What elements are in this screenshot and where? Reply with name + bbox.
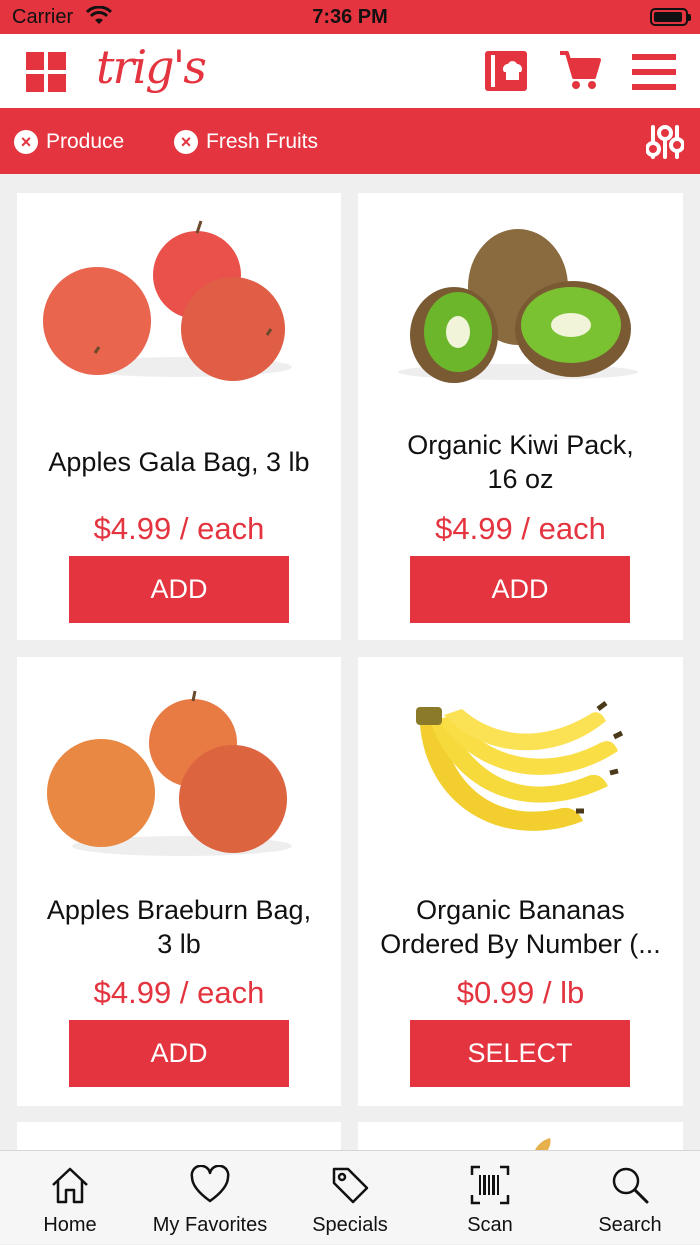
product-card[interactable]: Organic Bananas Ordered By Number (... $… bbox=[358, 657, 683, 1106]
home-icon bbox=[52, 1167, 88, 1204]
trigs-logo[interactable]: trig's bbox=[96, 40, 207, 94]
product-name-line: 16 oz bbox=[487, 464, 554, 494]
heart-icon bbox=[190, 1165, 230, 1203]
tab-label: Specials bbox=[312, 1214, 388, 1236]
barcode-icon bbox=[470, 1165, 510, 1205]
select-button[interactable]: SELECT bbox=[410, 1020, 630, 1087]
app-header: trig's bbox=[0, 34, 700, 108]
filter-chip-fresh-fruits[interactable]: × Fresh Fruits bbox=[174, 128, 318, 156]
tab-search[interactable]: Search bbox=[560, 1151, 700, 1245]
filter-chip-produce[interactable]: × Produce bbox=[14, 128, 124, 156]
filter-bar: × Produce × Fresh Fruits bbox=[0, 108, 700, 174]
status-bar: Carrier 7:36 PM bbox=[0, 0, 700, 34]
product-name-line: Organic Kiwi Pack, bbox=[407, 430, 634, 460]
menu-icon[interactable] bbox=[632, 52, 676, 92]
product-card[interactable]: Organic Kiwi Pack, 16 oz $4.99 / each AD… bbox=[358, 193, 683, 640]
product-price: $4.99 / each bbox=[435, 511, 606, 546]
product-price: $0.99 / lb bbox=[456, 975, 585, 1010]
add-button[interactable]: ADD bbox=[69, 556, 289, 623]
product-card[interactable]: Apples Gala Bag, 3 lb $4.99 / each ADD bbox=[17, 193, 341, 640]
filter-chip-label: Fresh Fruits bbox=[206, 130, 319, 153]
kiwi-image bbox=[398, 229, 638, 383]
tab-my-favorites[interactable]: My Favorites bbox=[140, 1151, 280, 1245]
tab-scan[interactable]: Scan bbox=[420, 1151, 560, 1245]
product-name[interactable]: Apples Braeburn Bag, 3 lb bbox=[27, 893, 331, 961]
tab-label: Home bbox=[43, 1214, 97, 1236]
product-name-line: Ordered By Number (... bbox=[380, 929, 661, 959]
product-name-line: Apples Braeburn Bag, bbox=[46, 895, 312, 925]
battery-icon bbox=[650, 8, 691, 26]
product-name[interactable]: Apples Gala Bag, 3 lb bbox=[27, 445, 331, 479]
close-icon[interactable]: × bbox=[174, 130, 198, 154]
tag-icon bbox=[332, 1167, 369, 1204]
apples-braeburn-image bbox=[47, 690, 292, 856]
bottom-tab-bar: Home My Favorites Specials Scan Search bbox=[0, 1150, 700, 1244]
product-name-line: Organic Bananas bbox=[416, 895, 625, 925]
product-name-line: Apples Gala Bag, 3 lb bbox=[48, 447, 310, 477]
close-icon[interactable]: × bbox=[14, 130, 38, 154]
tab-label: Search bbox=[598, 1214, 662, 1236]
clock: 7:36 PM bbox=[312, 6, 388, 28]
tab-specials[interactable]: Specials bbox=[280, 1151, 420, 1245]
product-name[interactable]: Organic Kiwi Pack, 16 oz bbox=[368, 428, 673, 496]
bananas-image bbox=[416, 701, 624, 831]
search-icon bbox=[612, 1167, 649, 1204]
product-price: $4.99 / each bbox=[93, 511, 265, 546]
apples-gala-image bbox=[43, 220, 292, 381]
tab-home[interactable]: Home bbox=[0, 1151, 140, 1245]
grid-icon[interactable] bbox=[24, 50, 68, 94]
product-name[interactable]: Organic Bananas Ordered By Number (... bbox=[368, 893, 673, 961]
product-price: $4.99 / each bbox=[93, 975, 265, 1010]
tab-label: My Favorites bbox=[152, 1214, 268, 1236]
recipe-icon[interactable] bbox=[484, 50, 528, 92]
product-name-line: 3 lb bbox=[157, 929, 201, 959]
tab-label: Scan bbox=[467, 1214, 513, 1236]
add-button[interactable]: ADD bbox=[69, 1020, 289, 1087]
sliders-icon[interactable] bbox=[646, 123, 684, 161]
product-card[interactable]: Apples Braeburn Bag, 3 lb $4.99 / each A… bbox=[17, 657, 341, 1106]
add-button[interactable]: ADD bbox=[410, 556, 630, 623]
cart-icon[interactable] bbox=[558, 48, 602, 92]
filter-chip-label: Produce bbox=[46, 130, 125, 153]
